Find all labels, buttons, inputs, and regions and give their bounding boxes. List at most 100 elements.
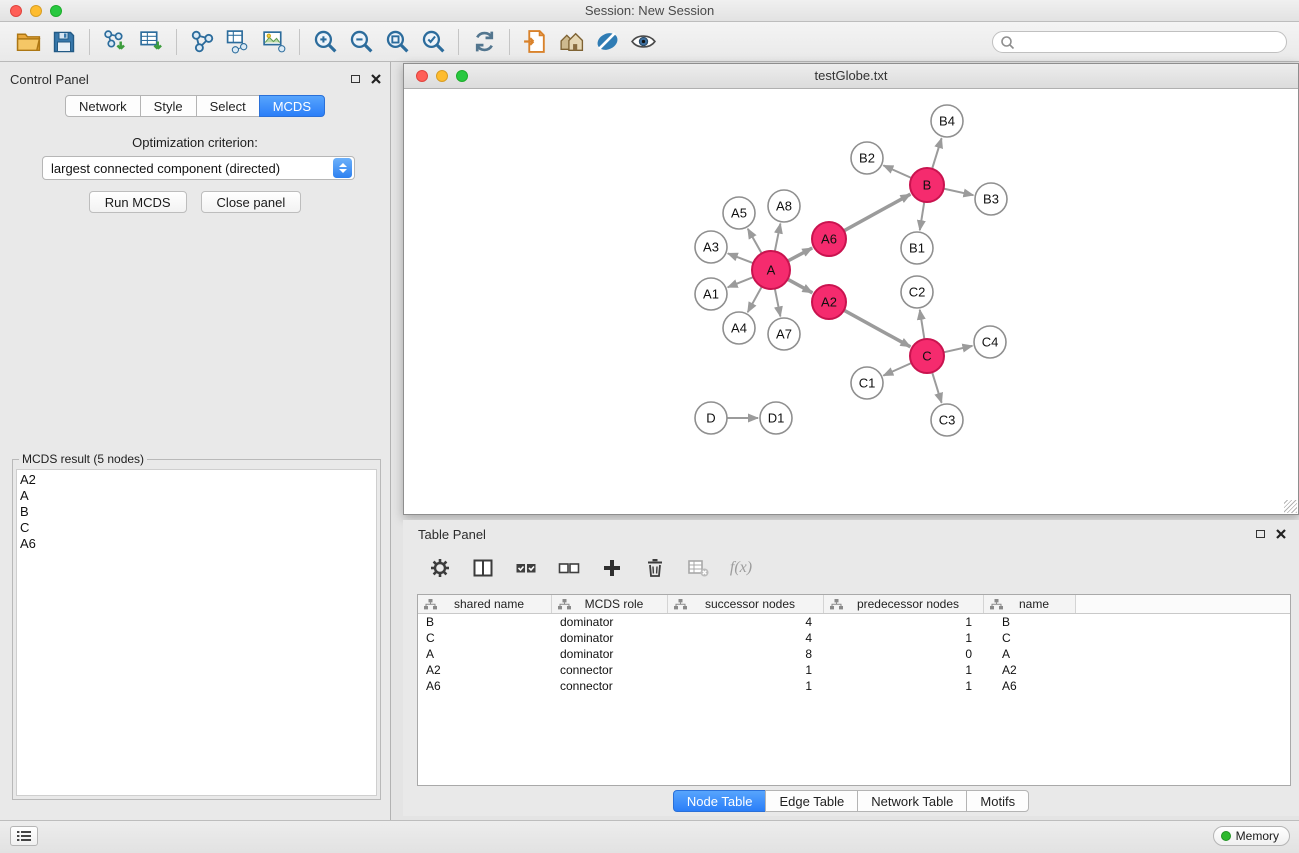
network-minimize-button[interactable] <box>436 70 448 82</box>
table-cell[interactable]: A <box>984 646 1076 662</box>
memory-button[interactable]: Memory <box>1213 826 1290 846</box>
destroy-table-button[interactable] <box>683 553 713 583</box>
graph-edge-A2-C[interactable] <box>844 310 911 347</box>
welcome-screen-button[interactable] <box>553 25 589 59</box>
export-network-image-button[interactable] <box>256 25 292 59</box>
table-cell[interactable]: B <box>418 614 552 630</box>
table-cell[interactable]: dominator <box>552 614 668 630</box>
table-row[interactable]: Cdominator41C <box>418 630 1290 646</box>
table-cell[interactable]: 1 <box>668 662 824 678</box>
table-row[interactable]: A6connector11A6 <box>418 678 1290 694</box>
node-table[interactable]: shared nameMCDS rolesuccessor nodesprede… <box>417 594 1291 786</box>
table-cell[interactable]: 1 <box>668 678 824 694</box>
tab-motifs[interactable]: Motifs <box>966 790 1029 812</box>
add-button[interactable] <box>597 553 627 583</box>
graph-edge-A-A1[interactable] <box>728 277 754 287</box>
select-all-button[interactable] <box>511 553 541 583</box>
graph-edge-A-A8[interactable] <box>775 224 781 252</box>
table-cell[interactable]: dominator <box>552 630 668 646</box>
column-header-mcds-role[interactable]: MCDS role <box>552 595 668 613</box>
network-window[interactable]: testGlobe.txt B4B2BB3A5A8A6A3B1AC2A1A2A4… <box>403 63 1299 515</box>
graph-edge-B-B1[interactable] <box>920 202 925 230</box>
new-network-button[interactable] <box>184 25 220 59</box>
zoom-in-button[interactable] <box>307 25 343 59</box>
table-row[interactable]: A2connector11A2 <box>418 662 1290 678</box>
zoom-window-button[interactable] <box>50 5 62 17</box>
graph-edge-A-A3[interactable] <box>728 253 754 263</box>
graph-edge-A-A7[interactable] <box>775 289 781 317</box>
graph-edge-B-B4[interactable] <box>932 138 942 169</box>
table-cell[interactable]: A6 <box>418 678 552 694</box>
table-cell[interactable]: B <box>984 614 1076 630</box>
column-header-name[interactable]: name <box>984 595 1076 613</box>
tab-style[interactable]: Style <box>140 95 197 117</box>
tab-select[interactable]: Select <box>196 95 260 117</box>
table-cell[interactable]: 1 <box>824 662 984 678</box>
deselect-all-button[interactable] <box>554 553 584 583</box>
graph-edge-A-A5[interactable] <box>748 229 762 254</box>
graph-edge-C-C2[interactable] <box>920 310 925 339</box>
network-graph[interactable]: B4B2BB3A5A8A6A3B1AC2A1A2A4A7C4CC1C3DD1 <box>404 89 1298 514</box>
network-close-button[interactable] <box>416 70 428 82</box>
column-header-successor-nodes[interactable]: successor nodes <box>668 595 824 613</box>
mcds-result-item[interactable]: A6 <box>20 536 376 552</box>
mcds-result-item[interactable]: C <box>20 520 376 536</box>
resize-handle[interactable] <box>1284 500 1297 513</box>
tab-edge-table[interactable]: Edge Table <box>765 790 858 812</box>
import-table-button[interactable] <box>133 25 169 59</box>
network-zoom-button[interactable] <box>456 70 468 82</box>
table-cell[interactable]: A6 <box>984 678 1076 694</box>
table-options-button[interactable] <box>425 553 455 583</box>
run-mcds-button[interactable]: Run MCDS <box>89 191 187 213</box>
tab-mcds[interactable]: MCDS <box>259 95 325 117</box>
graph-edge-C-C3[interactable] <box>932 372 942 403</box>
table-cell[interactable]: dominator <box>552 646 668 662</box>
table-cell[interactable]: A <box>418 646 552 662</box>
import-file-button[interactable] <box>517 25 553 59</box>
new-network-from-table-button[interactable] <box>220 25 256 59</box>
mcds-result-item[interactable]: A2 <box>20 472 376 488</box>
function-builder-button[interactable]: f(x) <box>726 553 756 583</box>
search-input[interactable] <box>992 31 1287 53</box>
graph-edge-C-C4[interactable] <box>944 346 973 352</box>
close-window-button[interactable] <box>10 5 22 17</box>
table-cell[interactable]: 8 <box>668 646 824 662</box>
graph-edge-B-B3[interactable] <box>944 189 974 196</box>
table-cell[interactable]: 0 <box>824 646 984 662</box>
minimize-window-button[interactable] <box>30 5 42 17</box>
mcds-result-list[interactable]: A2ABCA6 <box>16 469 377 796</box>
mcds-result-item[interactable]: A <box>20 488 376 504</box>
delete-button[interactable] <box>640 553 670 583</box>
zoom-selected-button[interactable] <box>415 25 451 59</box>
table-float-panel-icon[interactable] <box>1254 528 1266 540</box>
show-hide-button[interactable] <box>625 25 661 59</box>
table-cell[interactable]: A2 <box>984 662 1076 678</box>
titlebar[interactable]: Session: New Session <box>0 0 1299 22</box>
table-close-panel-icon[interactable] <box>1275 528 1287 540</box>
toggle-columns-button[interactable] <box>468 553 498 583</box>
task-history-button[interactable] <box>10 826 38 846</box>
tab-network-table[interactable]: Network Table <box>857 790 967 812</box>
graph-edge-A-A6[interactable] <box>788 248 812 261</box>
apply-style-button[interactable] <box>589 25 625 59</box>
table-cell[interactable]: 4 <box>668 614 824 630</box>
save-session-button[interactable] <box>46 25 82 59</box>
mcds-result-item[interactable]: B <box>20 504 376 520</box>
table-cell[interactable]: C <box>984 630 1076 646</box>
table-cell[interactable]: A2 <box>418 662 552 678</box>
graph-edge-A6-B[interactable] <box>844 194 911 231</box>
import-network-button[interactable] <box>97 25 133 59</box>
table-cell[interactable]: 1 <box>824 614 984 630</box>
close-panel-button[interactable]: Close panel <box>201 191 302 213</box>
float-panel-icon[interactable] <box>349 73 361 85</box>
graph-edge-A-A2[interactable] <box>788 279 813 293</box>
close-panel-icon[interactable] <box>370 73 382 85</box>
tab-node-table[interactable]: Node Table <box>673 790 767 812</box>
graph-edge-B-B2[interactable] <box>883 165 911 178</box>
table-cell[interactable]: 1 <box>824 630 984 646</box>
table-row[interactable]: Adominator80A <box>418 646 1290 662</box>
network-window-titlebar[interactable]: testGlobe.txt <box>404 64 1298 89</box>
table-cell[interactable]: 4 <box>668 630 824 646</box>
tab-network[interactable]: Network <box>65 95 141 117</box>
criterion-select[interactable]: largest connected component (directed) <box>42 156 355 180</box>
